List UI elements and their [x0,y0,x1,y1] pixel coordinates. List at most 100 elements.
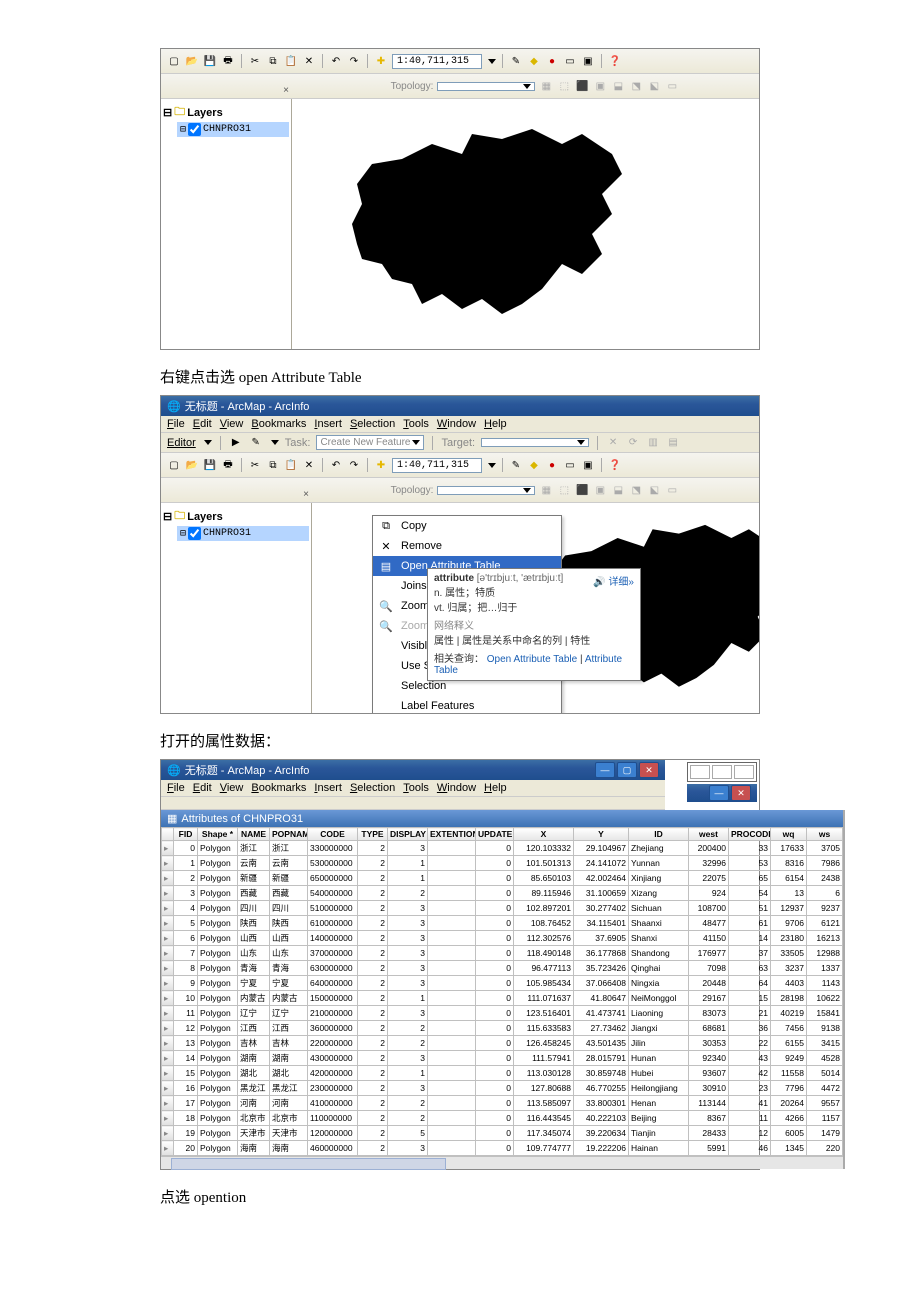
column-header[interactable]: X [514,828,574,841]
column-header[interactable]: FID [174,828,198,841]
scale-input[interactable]: 1:40,711,315 [392,458,482,473]
layer-chnpro31[interactable]: ⊟ CHNPRO31 [177,122,289,137]
print-icon[interactable]: 🖶 [221,458,235,472]
open-icon[interactable]: 📂 [185,458,199,472]
table-row[interactable]: ▸7Polygon山东山东370000000230118.49014836.17… [162,946,843,961]
minimize-button[interactable]: — [595,762,615,778]
editor-dropdown-icon[interactable] [204,440,212,445]
toc-close-icon[interactable]: × [283,85,289,96]
minimize-button[interactable]: — [709,785,729,801]
copy-icon[interactable]: ⧉ [266,54,280,68]
menu-view[interactable]: View [220,782,244,794]
scale-dropdown-icon[interactable] [488,463,496,468]
paste-icon[interactable]: 📋 [284,458,298,472]
dict-link-1[interactable]: Open Attribute Table [487,654,577,665]
whats-this-icon[interactable]: ❓ [608,458,622,472]
print-icon[interactable]: 🖶 [221,54,235,68]
layers-root[interactable]: ⊟ 🗀 Layers [163,507,309,526]
attribute-table[interactable]: FIDShape *NAMEPOPNAMECODETYPEDISPLAYEXTE… [161,827,843,1156]
ctx-label-feat[interactable]: Label Features [373,696,561,713]
task-combo[interactable]: Create New Feature [316,435,424,450]
add-data-icon[interactable]: ✚ [374,54,388,68]
menu-bar[interactable]: File Edit View Bookmarks Insert Selectio… [161,416,759,433]
table-row[interactable]: ▸1Polygon云南云南530000000210101.50131324.14… [162,856,843,871]
scale-input[interactable]: 1:40,711,315 [392,54,482,69]
model-icon[interactable]: ▣ [581,458,595,472]
topo-icon[interactable]: ⬓ [611,483,625,497]
toc-close-icon[interactable]: × [303,489,309,500]
layer-visibility-checkbox[interactable] [188,123,201,136]
menu-selection[interactable]: Selection [350,418,395,430]
menu-bookmarks[interactable]: Bookmarks [251,418,306,430]
menu-window[interactable]: Window [437,418,476,430]
table-row[interactable]: ▸19Polygon天津市天津市120000000250117.34507439… [162,1126,843,1141]
undo-icon[interactable]: ↶ [329,458,343,472]
menu-tools[interactable]: Tools [403,782,429,794]
cut-icon[interactable]: ✂ [248,458,262,472]
close-button[interactable]: ✕ [731,785,751,801]
table-row[interactable]: ▸17Polygon河南河南410000000220113.58509733.8… [162,1096,843,1111]
table-row[interactable]: ▸13Polygon吉林吉林220000000220126.45824543.5… [162,1036,843,1051]
minus-icon[interactable]: ⊟ [180,528,186,540]
menu-help[interactable]: Help [484,418,507,430]
ctx-copy[interactable]: ⧉ Copy [373,516,561,536]
column-header[interactable]: EXTENTION [428,828,476,841]
table-row[interactable]: ▸12Polygon江西江西360000000220115.63358327.7… [162,1021,843,1036]
minus-icon[interactable]: ⊟ [180,124,186,136]
table-row[interactable]: ▸3Polygon西藏西藏54000000022089.11594631.100… [162,886,843,901]
column-header[interactable]: west [689,828,729,841]
minus-icon[interactable]: ⊟ [163,510,172,523]
menu-insert[interactable]: Insert [314,418,342,430]
column-header[interactable]: NAME [238,828,270,841]
save-icon[interactable]: 💾 [203,458,217,472]
speaker-icon[interactable]: 🔊 [593,577,605,588]
copy-icon[interactable]: ⧉ [266,458,280,472]
menu-bar-3[interactable]: File Edit View Bookmarks Insert Selectio… [161,780,665,797]
menu-help[interactable]: Help [484,782,507,794]
editor-toolbar-icon[interactable]: ✎ [509,458,523,472]
redo-icon[interactable]: ↷ [347,54,361,68]
target-combo[interactable] [481,438,589,447]
sketch-tool-icon[interactable]: ✎ [249,436,263,450]
table-row[interactable]: ▸8Polygon青海青海63000000023096.47711335.723… [162,961,843,976]
arccatalog-icon[interactable]: ◆ [527,54,541,68]
topo-c-icon[interactable]: ⬕ [647,79,661,93]
menu-edit[interactable]: Edit [193,418,212,430]
menu-edit[interactable]: Edit [193,782,212,794]
column-header[interactable]: POPNAME [270,828,308,841]
topology-combo[interactable] [437,486,535,495]
menu-bookmarks[interactable]: Bookmarks [251,782,306,794]
column-header[interactable]: DISPLAY [388,828,428,841]
column-header[interactable]: PROCODE [729,828,771,841]
editor-menu[interactable]: Editor [167,437,196,449]
menu-insert[interactable]: Insert [314,782,342,794]
arccatalog-icon[interactable]: ◆ [527,458,541,472]
arctoolbox-icon[interactable]: ● [545,458,559,472]
sketch-dropdown-icon[interactable] [271,440,279,445]
topo-a-icon[interactable]: ⬓ [611,79,625,93]
validate-icon[interactable]: ▦ [539,79,553,93]
table-row[interactable]: ▸10Polygon内蒙古内蒙古150000000210111.07163741… [162,991,843,1006]
menu-file[interactable]: File [167,418,185,430]
split-icon[interactable]: ✕ [606,436,620,450]
column-header[interactable]: CODE [308,828,358,841]
new-icon[interactable]: ▢ [167,54,181,68]
rotate-icon[interactable]: ⟳ [626,436,640,450]
topo-d-icon[interactable]: ▭ [665,79,679,93]
table-row[interactable]: ▸18Polygon北京市北京市110000000220116.44354540… [162,1111,843,1126]
cmd-line-icon[interactable]: ▭ [563,54,577,68]
paste-icon[interactable]: 📋 [284,54,298,68]
column-header[interactable]: ws [807,828,843,841]
column-header[interactable]: wq [771,828,807,841]
topology-combo[interactable] [437,82,535,91]
arctoolbox-icon[interactable]: ● [545,54,559,68]
redo-icon[interactable]: ↷ [347,458,361,472]
layer-visibility-checkbox[interactable] [188,527,201,540]
topo-icon[interactable]: ▭ [665,483,679,497]
menu-view[interactable]: View [220,418,244,430]
open-icon[interactable]: 📂 [185,54,199,68]
new-icon[interactable]: ▢ [167,458,181,472]
delete-icon[interactable]: ✕ [302,54,316,68]
delete-icon[interactable]: ✕ [302,458,316,472]
menu-selection[interactable]: Selection [350,782,395,794]
